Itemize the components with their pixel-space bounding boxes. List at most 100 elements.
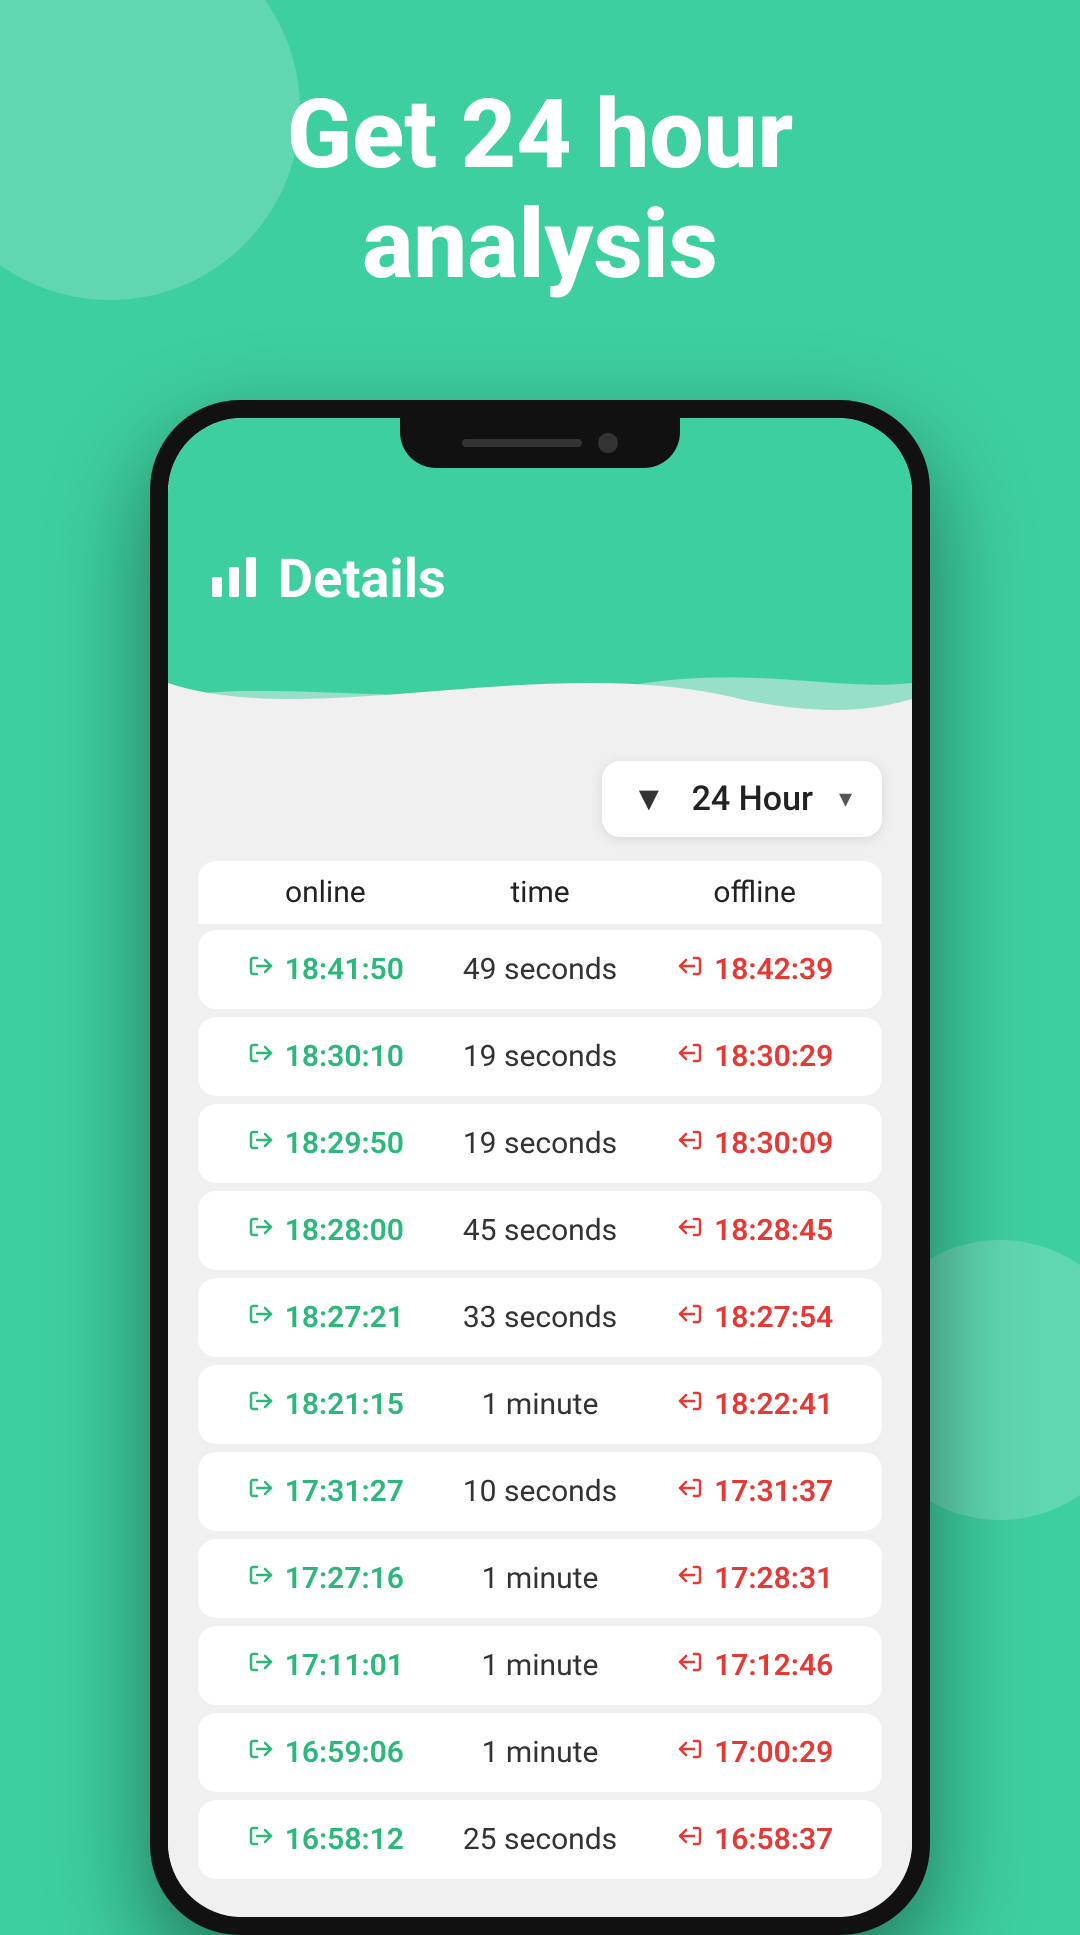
- table-row: 18:30:10 19 seconds 18:30:29: [198, 1017, 882, 1096]
- hero-section: Get 24 hour analysis: [0, 80, 1080, 301]
- login-icon-9: [247, 1735, 275, 1770]
- online-time-2: 18:29:50: [285, 1126, 404, 1161]
- cell-duration-5: 1 minute: [433, 1387, 648, 1422]
- online-time-5: 18:21:15: [285, 1387, 404, 1422]
- offline-time-10: 16:58:37: [714, 1822, 833, 1857]
- online-time-3: 18:28:00: [285, 1213, 404, 1248]
- cell-offline-0: 18:42:39: [647, 952, 862, 987]
- cell-online-2: 18:29:50: [218, 1126, 433, 1161]
- login-icon-10: [247, 1822, 275, 1857]
- table-row: 18:29:50 19 seconds 18:30:09: [198, 1104, 882, 1183]
- screen-content: Details ▼: [168, 418, 912, 1917]
- table-row: 17:27:16 1 minute 17:28:31: [198, 1539, 882, 1618]
- dropdown-arrow-icon: ▾: [839, 784, 852, 814]
- cell-online-0: 18:41:50: [218, 952, 433, 987]
- logout-icon-3: [676, 1213, 704, 1248]
- logout-icon-10: [676, 1822, 704, 1857]
- online-time-6: 17:31:27: [285, 1474, 404, 1509]
- logout-icon-0: [676, 952, 704, 987]
- offline-time-1: 18:30:29: [714, 1039, 833, 1074]
- login-icon-2: [247, 1126, 275, 1161]
- table-row: 17:31:27 10 seconds 17:31:37: [198, 1452, 882, 1531]
- notch-bar: [462, 439, 582, 447]
- sessions-table: online time offline 18:41:50: [198, 861, 882, 1879]
- logout-icon-8: [676, 1648, 704, 1683]
- cell-offline-10: 16:58:37: [647, 1822, 862, 1857]
- login-icon-8: [247, 1648, 275, 1683]
- filter-dropdown[interactable]: ▼ 24 Hour ▾: [602, 761, 882, 837]
- header-wave: [168, 651, 912, 731]
- logout-icon-2: [676, 1126, 704, 1161]
- table-row: 18:41:50 49 seconds 18:42:39: [198, 930, 882, 1009]
- online-time-1: 18:30:10: [285, 1039, 404, 1074]
- notch-camera: [598, 433, 618, 453]
- cell-offline-8: 17:12:46: [647, 1648, 862, 1683]
- cell-duration-2: 19 seconds: [433, 1126, 648, 1161]
- table-header-row: online time offline: [198, 861, 882, 924]
- filter-label: 24 Hour: [682, 779, 823, 819]
- cell-online-6: 17:31:27: [218, 1474, 433, 1509]
- cell-offline-7: 17:28:31: [647, 1561, 862, 1596]
- cell-duration-1: 19 seconds: [433, 1039, 648, 1074]
- logout-icon-9: [676, 1735, 704, 1770]
- table-row: 18:28:00 45 seconds 18:28:45: [198, 1191, 882, 1270]
- cell-online-8: 17:11:01: [218, 1648, 433, 1683]
- table-row: 18:27:21 33 seconds 18:27:54: [198, 1278, 882, 1357]
- offline-time-5: 18:22:41: [714, 1387, 833, 1422]
- offline-time-7: 17:28:31: [714, 1561, 833, 1596]
- online-time-8: 17:11:01: [285, 1648, 404, 1683]
- online-time-7: 17:27:16: [285, 1561, 404, 1596]
- cell-duration-10: 25 seconds: [433, 1822, 648, 1857]
- online-time-10: 16:58:12: [285, 1822, 404, 1857]
- cell-duration-4: 33 seconds: [433, 1300, 648, 1335]
- login-icon-0: [247, 952, 275, 987]
- cell-offline-5: 18:22:41: [647, 1387, 862, 1422]
- table-row: 16:59:06 1 minute 17:00:29: [198, 1713, 882, 1792]
- logout-icon-4: [676, 1300, 704, 1335]
- offline-time-2: 18:30:09: [714, 1126, 833, 1161]
- cell-offline-9: 17:00:29: [647, 1735, 862, 1770]
- cell-online-1: 18:30:10: [218, 1039, 433, 1074]
- cell-online-10: 16:58:12: [218, 1822, 433, 1857]
- logout-icon-7: [676, 1561, 704, 1596]
- phone-notch: [400, 418, 680, 468]
- login-icon-4: [247, 1300, 275, 1335]
- cell-online-9: 16:59:06: [218, 1735, 433, 1770]
- offline-time-0: 18:42:39: [714, 952, 833, 987]
- header-title-row: Details: [208, 548, 872, 611]
- logout-icon-1: [676, 1039, 704, 1074]
- cell-online-3: 18:28:00: [218, 1213, 433, 1248]
- cell-online-7: 17:27:16: [218, 1561, 433, 1596]
- logout-icon-5: [676, 1387, 704, 1422]
- filter-row: ▼ 24 Hour ▾: [198, 761, 882, 837]
- offline-time-3: 18:28:45: [714, 1213, 833, 1248]
- cell-duration-9: 1 minute: [433, 1735, 648, 1770]
- table-row: 16:58:12 25 seconds 16:58:37: [198, 1800, 882, 1879]
- logout-icon-6: [676, 1474, 704, 1509]
- hero-title: Get 24 hour analysis: [0, 80, 1080, 301]
- login-icon-5: [247, 1387, 275, 1422]
- table-row: 17:11:01 1 minute 17:12:46: [198, 1626, 882, 1705]
- cell-offline-4: 18:27:54: [647, 1300, 862, 1335]
- cell-duration-7: 1 minute: [433, 1561, 648, 1596]
- table-row: 18:21:15 1 minute 18:22:41: [198, 1365, 882, 1444]
- cell-duration-6: 10 seconds: [433, 1474, 648, 1509]
- offline-time-9: 17:00:29: [714, 1735, 833, 1770]
- online-time-9: 16:59:06: [285, 1735, 404, 1770]
- col-header-offline: offline: [647, 875, 862, 910]
- cell-offline-3: 18:28:45: [647, 1213, 862, 1248]
- cell-online-4: 18:27:21: [218, 1300, 433, 1335]
- cell-offline-6: 17:31:37: [647, 1474, 862, 1509]
- online-time-0: 18:41:50: [285, 952, 404, 987]
- login-icon-3: [247, 1213, 275, 1248]
- login-icon-6: [247, 1474, 275, 1509]
- col-header-online: online: [218, 875, 433, 910]
- login-icon-7: [247, 1561, 275, 1596]
- offline-time-4: 18:27:54: [714, 1300, 833, 1335]
- screen-title: Details: [278, 548, 446, 611]
- bar-chart-icon: [208, 549, 260, 610]
- offline-time-6: 17:31:37: [714, 1474, 833, 1509]
- col-header-time: time: [433, 875, 648, 910]
- online-time-4: 18:27:21: [285, 1300, 404, 1335]
- cell-duration-0: 49 seconds: [433, 952, 648, 987]
